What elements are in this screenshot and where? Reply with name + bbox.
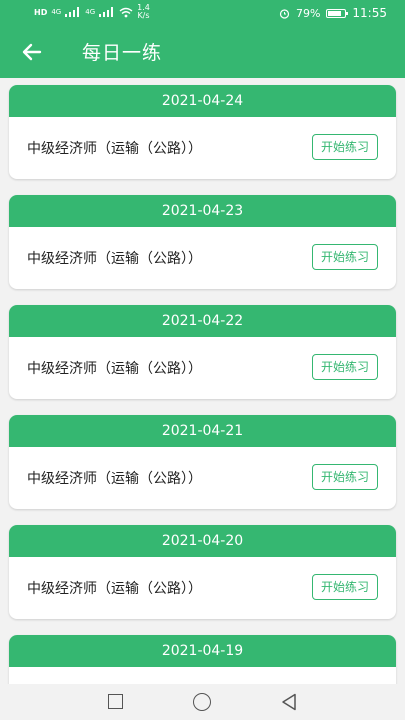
speed-unit: K/s <box>137 11 150 20</box>
wifi-icon <box>119 7 133 17</box>
recent-apps-button[interactable] <box>108 694 123 709</box>
card-date: 2021-04-19 <box>9 635 396 667</box>
practice-list[interactable]: 2021-04-24 中级经济师（运输（公路）） 开始练习 2021-04-23… <box>0 78 405 684</box>
card-row: 中级经济师（运输（公路）） 开始练习 <box>9 117 396 179</box>
signal-label-1: 4G <box>51 8 62 16</box>
card-date: 2021-04-21 <box>9 415 396 447</box>
back-arrow-icon[interactable] <box>20 40 44 64</box>
signal-icon <box>65 7 81 17</box>
clock: 11:55 <box>352 6 387 20</box>
signal-label-2: 4G <box>85 8 96 16</box>
card-row: 中级经济师（运输（公路）） 开始练习 <box>9 227 396 289</box>
exam-name: 中级经济师（运输（公路）） <box>27 581 202 597</box>
start-practice-button[interactable]: 开始练习 <box>312 464 378 490</box>
practice-card: 2021-04-24 中级经济师（运输（公路）） 开始练习 <box>9 85 396 179</box>
network-speed: 1.4 K/s <box>137 4 150 20</box>
card-date: 2021-04-22 <box>9 305 396 337</box>
card-date: 2021-04-20 <box>9 525 396 557</box>
signal-icon-2 <box>99 7 115 17</box>
card-date: 2021-04-24 <box>9 85 396 117</box>
card-row: 中级经济师（运输（公路）） 开始练习 <box>9 557 396 619</box>
card-date: 2021-04-23 <box>9 195 396 227</box>
status-left: HD 4G 4G 1.4 K/s <box>34 4 150 20</box>
practice-card: 2021-04-21 中级经济师（运输（公路）） 开始练习 <box>9 415 396 509</box>
practice-card: 2021-04-22 中级经济师（运输（公路）） 开始练习 <box>9 305 396 399</box>
battery-percent: 79% <box>295 6 321 20</box>
status-bar: HD 4G 4G 1.4 K/s 79% 11:55 <box>0 0 405 26</box>
start-practice-button[interactable]: 开始练习 <box>312 244 378 270</box>
alarm-icon <box>279 8 290 19</box>
home-button[interactable] <box>193 693 211 711</box>
exam-name: 中级经济师（运输（公路）） <box>27 141 202 157</box>
battery-fill <box>328 10 342 16</box>
start-practice-button[interactable]: 开始练习 <box>312 574 378 600</box>
practice-card: 2021-04-19 <box>9 635 396 684</box>
status-right: 79% 11:55 <box>279 6 387 20</box>
practice-card: 2021-04-20 中级经济师（运输（公路）） 开始练习 <box>9 525 396 619</box>
exam-name: 中级经济师（运输（公路）） <box>27 251 202 267</box>
page-title: 每日一练 <box>82 42 163 64</box>
exam-name: 中级经济师（运输（公路）） <box>27 471 202 487</box>
card-row <box>9 667 396 684</box>
start-practice-button[interactable]: 开始练习 <box>312 354 378 380</box>
battery-icon <box>326 8 349 18</box>
exam-name: 中级经济师（运输（公路）） <box>27 361 202 377</box>
card-row: 中级经济师（运输（公路）） 开始练习 <box>9 447 396 509</box>
start-practice-button[interactable]: 开始练习 <box>312 134 378 160</box>
system-nav-bar <box>0 684 405 720</box>
card-row: 中级经济师（运输（公路）） 开始练习 <box>9 337 396 399</box>
hd-badge: HD <box>34 7 48 17</box>
back-button[interactable] <box>281 693 297 711</box>
app-bar: 每日一练 <box>0 26 405 78</box>
practice-card: 2021-04-23 中级经济师（运输（公路）） 开始练习 <box>9 195 396 289</box>
